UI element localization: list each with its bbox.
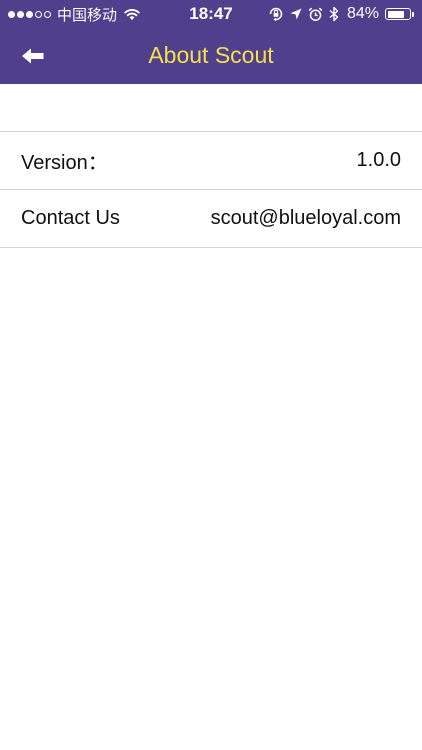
battery-icon: [385, 8, 411, 20]
orientation-lock-icon: [269, 7, 283, 22]
app-header: 中国移动 18:47 84% About Scout: [0, 0, 422, 84]
location-arrow-icon: [290, 8, 302, 20]
battery-percentage: 84%: [346, 5, 379, 22]
bluetooth-icon: [329, 6, 339, 22]
alarm-clock-icon: [308, 7, 323, 21]
version-label: Version：: [21, 152, 108, 174]
battery-cap: [412, 11, 414, 17]
status-right-group: 84%: [268, 4, 414, 24]
page-title: About Scout: [148, 42, 274, 68]
version-value: 1.0.0: [356, 149, 401, 171]
battery-level-fill: [387, 10, 405, 18]
navigation-bar: About Scout: [0, 28, 422, 84]
status-bar: 中国移动 18:47 84%: [0, 0, 422, 28]
about-info-list: Version： 1.0.0 Contact Us scout@blueloya…: [0, 131, 422, 248]
contact-us-label: Contact Us: [21, 207, 120, 229]
contact-email-value[interactable]: scout@blueloyal.com: [211, 207, 401, 230]
version-row: Version： 1.0.0: [0, 132, 422, 190]
contact-us-row[interactable]: Contact Us scout@blueloyal.com: [0, 190, 422, 248]
